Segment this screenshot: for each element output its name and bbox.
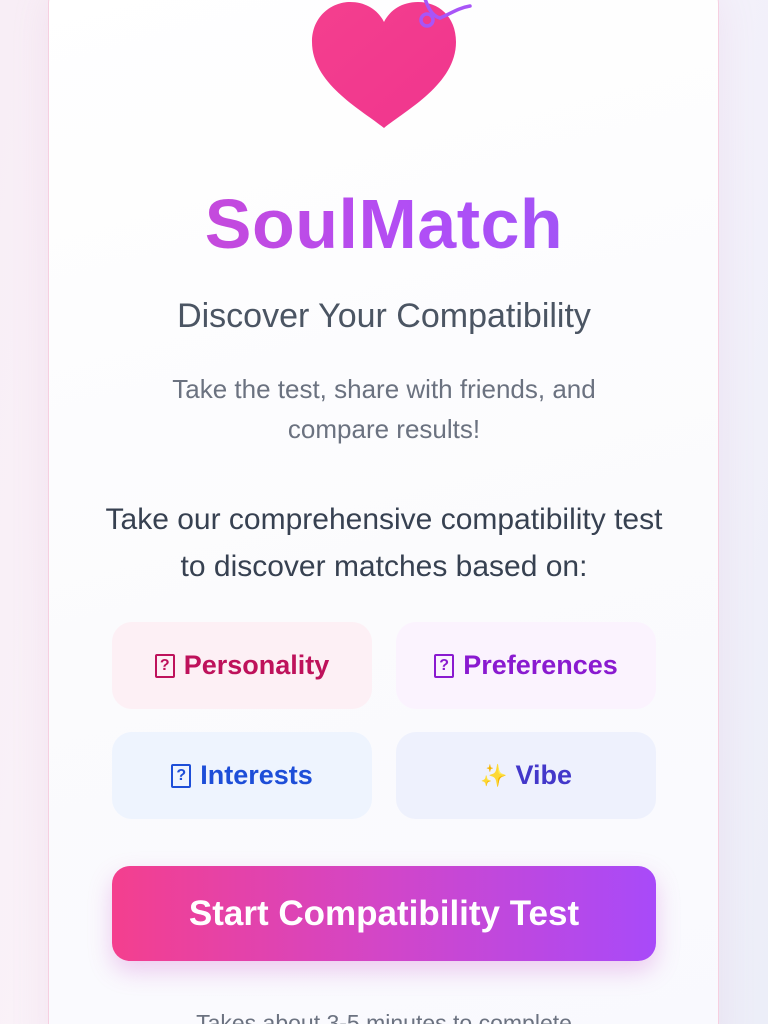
missing-glyph-icon: ? (171, 763, 192, 788)
missing-glyph-icon: ? (434, 653, 455, 678)
category-chip-vibe: ✨ Vibe (396, 732, 656, 819)
category-chip-interests: ? Interests (112, 732, 372, 819)
app-subtitle: Discover Your Compatibility (177, 297, 591, 335)
category-label: Vibe (515, 760, 572, 790)
category-label: Personality (183, 650, 330, 680)
duration-note: Takes about 3-5 minutes to complete (196, 1010, 572, 1024)
sparkles-icon: ✨ (480, 762, 508, 788)
intro-text: Take our comprehensive compatibility tes… (105, 503, 663, 583)
category-chip-personality: ? Personality (112, 622, 372, 709)
category-chip-preferences: ? Preferences (396, 622, 656, 709)
app-title: SoulMatch (0, 184, 768, 264)
category-label: Preferences (463, 650, 618, 680)
category-label: Interests (200, 760, 313, 790)
missing-glyph-icon: ? (154, 653, 175, 678)
tagline: Take the test, share with friends, and c… (172, 374, 596, 444)
heart-icon (312, 0, 472, 128)
start-test-button[interactable]: Start Compatibility Test (112, 866, 656, 961)
